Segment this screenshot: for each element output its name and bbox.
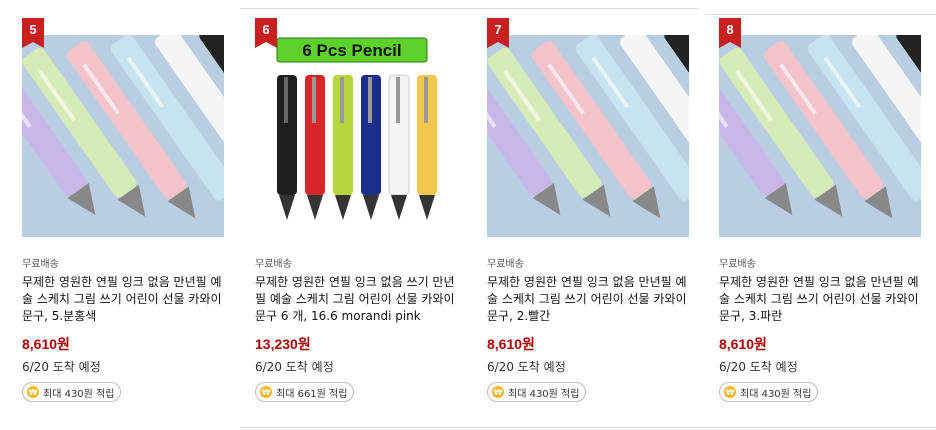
product-title[interactable]: 무제한 영원한 연필 잉크 없음 만년필 예술 스케치 그림 쓰기 어린이 선물… — [22, 274, 227, 325]
reward-text: 최대 430원 적립 — [43, 388, 115, 400]
coin-icon: ₩ — [492, 386, 504, 398]
arrival-date: 6/20 도착 예정 — [719, 360, 798, 374]
coin-icon: ₩ — [27, 386, 39, 398]
product-price: 13,230원 — [255, 336, 311, 352]
free-shipping-label: 무료배송 — [22, 259, 59, 270]
reward-badge: ₩ 최대 430원 적립 — [22, 382, 122, 402]
coin-icon: ₩ — [260, 386, 272, 398]
rank-badge: 8 — [719, 18, 741, 48]
product-title[interactable]: 무제한 영원한 연필 잉크 없음 만년필 예술 스케치 그림 쓰기 어린이 선물… — [719, 274, 924, 325]
arrival-date: 6/20 도착 예정 — [255, 360, 334, 374]
image-banner-text: 6 Pcs Pencil — [302, 41, 401, 60]
product-grid: 5 무료배송 무제한 영원한 연필 잉크 없음 만년필 예술 스케치 그림 쓰기… — [0, 0, 936, 430]
product-price: 8,610원 — [487, 336, 535, 352]
top-divider — [240, 8, 698, 9]
product-image[interactable]: 6 Pcs Pencil — [255, 35, 457, 237]
reward-badge: ₩ 최대 430원 적립 — [487, 382, 587, 402]
rank-badge: 6 — [255, 18, 277, 48]
rank-badge: 7 — [487, 18, 509, 48]
reward-text: 최대 430원 적립 — [740, 388, 812, 400]
reward-badge: ₩ 최대 430원 적립 — [719, 382, 819, 402]
reward-text: 최대 661원 적립 — [276, 388, 348, 400]
product-price: 8,610원 — [22, 336, 70, 352]
reward-text: 최대 430원 적립 — [508, 388, 580, 400]
free-shipping-label: 무료배송 — [719, 259, 756, 270]
bottom-divider — [240, 427, 936, 428]
product-image[interactable] — [719, 35, 921, 237]
arrival-date: 6/20 도착 예정 — [22, 360, 101, 374]
product-title[interactable]: 무제한 영원한 연필 잉크 없음 쓰기 만년필 예술 스케치 그림 어린이 선물… — [255, 274, 460, 325]
top-divider — [705, 14, 936, 15]
arrival-date: 6/20 도착 예정 — [487, 360, 566, 374]
product-price: 8,610원 — [719, 336, 767, 352]
product-image[interactable] — [22, 35, 224, 237]
product-title[interactable]: 무제한 영원한 연필 잉크 없음 만년필 예술 스케치 그림 쓰기 어린이 선물… — [487, 274, 692, 325]
reward-badge: ₩ 최대 661원 적립 — [255, 382, 355, 402]
product-image[interactable] — [487, 35, 689, 237]
coin-icon: ₩ — [724, 386, 736, 398]
free-shipping-label: 무료배송 — [487, 259, 524, 270]
free-shipping-label: 무료배송 — [255, 259, 292, 270]
rank-badge: 5 — [22, 18, 44, 48]
